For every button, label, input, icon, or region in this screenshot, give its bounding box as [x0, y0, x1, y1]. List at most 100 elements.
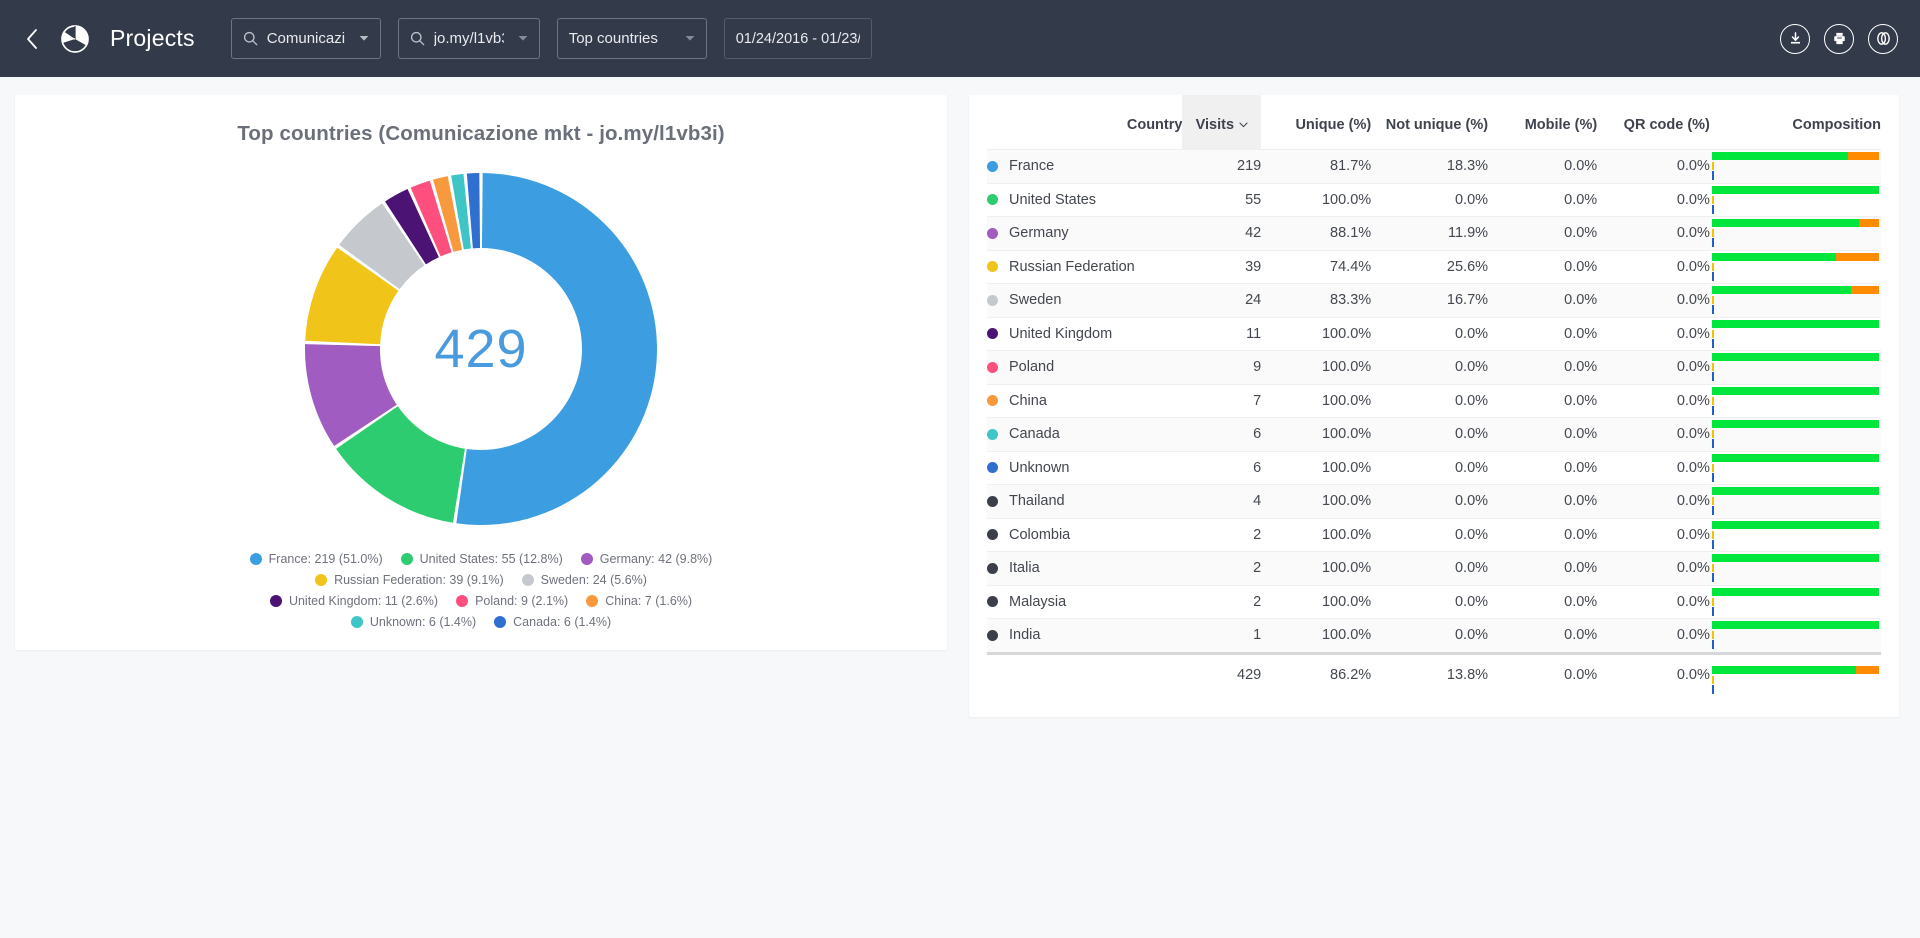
- col-header-unique[interactable]: Unique (%): [1261, 95, 1371, 150]
- table-row[interactable]: Thailand 4 100.0% 0.0% 0.0% 0.0%: [987, 484, 1881, 518]
- legend-item[interactable]: Sweden: 24 (5.6%): [521, 573, 647, 587]
- country-name: Unknown: [1009, 459, 1070, 476]
- composition-qr-tick: [1711, 238, 1714, 248]
- legend-item[interactable]: Poland: 9 (2.1%): [456, 594, 568, 608]
- cell-composition: [1710, 552, 1881, 586]
- country-color-dot: [987, 462, 998, 474]
- cell-visits: 6: [1253, 426, 1262, 443]
- report-select[interactable]: Top countries: [556, 18, 707, 59]
- cell-qr-code: 0.0%: [1676, 493, 1710, 510]
- composition-not-unique-segment: [1836, 252, 1879, 261]
- cell-not-unique: 0.0%: [1454, 526, 1489, 543]
- cell-country: India: [987, 619, 1182, 652]
- legend-item[interactable]: Germany: 42 (9.8%): [580, 552, 712, 566]
- country-color-dot: [987, 294, 998, 306]
- legend-item[interactable]: Canada: 6 (1.4%): [494, 615, 611, 629]
- table-row[interactable]: Russian Federation 39 74.4% 25.6% 0.0% 0.0%: [987, 250, 1881, 284]
- cell-composition: [1710, 384, 1881, 418]
- table-row[interactable]: Sweden 24 83.3% 16.7% 0.0% 0.0%: [987, 283, 1881, 317]
- composition-mobile-tick: [1711, 675, 1714, 684]
- cell-mobile: 0.0%: [1564, 526, 1598, 543]
- cell-not-unique: 0.0%: [1454, 493, 1489, 510]
- cell-visits: 219: [1237, 158, 1262, 175]
- download-button[interactable]: [1780, 23, 1810, 54]
- cell-totals-unique: 86.2%: [1330, 666, 1372, 683]
- cell-unique: 100.0%: [1321, 593, 1372, 610]
- chevron-down-icon: [504, 35, 528, 42]
- cell-not-unique: 11.9%: [1448, 225, 1489, 242]
- col-header-mobile[interactable]: Mobile (%): [1488, 95, 1598, 150]
- cell-visits: 2: [1253, 560, 1262, 577]
- cell-mobile: 0.0%: [1564, 158, 1598, 175]
- table-row[interactable]: Poland 9 100.0% 0.0% 0.0% 0.0%: [987, 350, 1881, 384]
- table-row[interactable]: Canada 6 100.0% 0.0% 0.0% 0.0%: [987, 417, 1881, 451]
- country-name: Germany: [1009, 225, 1069, 242]
- col-header-qr-code[interactable]: QR code (%): [1597, 95, 1710, 150]
- project-select[interactable]: Comunicazione...: [230, 18, 381, 59]
- composition-mobile-tick: [1711, 597, 1714, 606]
- cell-qr-code: 0.0%: [1676, 158, 1710, 175]
- legend-item[interactable]: Russian Federation: 39 (9.1%): [315, 573, 504, 587]
- composition-unique-segment: [1711, 353, 1879, 362]
- composition-mobile-tick: [1711, 262, 1714, 271]
- legend-item[interactable]: China: 7 (1.6%): [586, 594, 692, 608]
- chevron-left-icon: [25, 28, 39, 50]
- cell-unique: 81.7%: [1330, 158, 1372, 175]
- cell-visits: 6: [1253, 459, 1262, 476]
- page-title: Projects: [110, 25, 195, 51]
- legend-item[interactable]: France: 219 (51.0%): [249, 552, 383, 566]
- table-row[interactable]: Colombia 2 100.0% 0.0% 0.0% 0.0%: [987, 518, 1881, 552]
- col-header-visits[interactable]: Visits: [1182, 95, 1262, 150]
- composition-unique-segment: [1711, 152, 1849, 161]
- print-button[interactable]: [1824, 23, 1854, 54]
- cell-not-unique: 0.0%: [1454, 593, 1489, 610]
- brand-button[interactable]: [1868, 23, 1898, 54]
- country-name: China: [1009, 392, 1047, 409]
- cell-visits: 24: [1245, 292, 1262, 309]
- col-header-not-unique[interactable]: Not unique (%): [1371, 95, 1488, 150]
- composition-qr-tick: [1711, 606, 1714, 616]
- donut-chart[interactable]: 429: [292, 160, 670, 538]
- chevron-down-icon: [345, 35, 369, 42]
- cell-not-unique: 0.0%: [1454, 392, 1489, 409]
- composition-mobile-tick: [1711, 162, 1714, 171]
- composition-mobile-tick: [1711, 497, 1714, 506]
- table-row[interactable]: France 219 81.7% 18.3% 0.0% 0.0%: [987, 149, 1881, 183]
- link-select[interactable]: jo.my/l1vb3i: [397, 18, 540, 59]
- table-row[interactable]: China 7 100.0% 0.0% 0.0% 0.0%: [987, 384, 1881, 418]
- cell-country: Unknown: [987, 452, 1182, 485]
- table-row[interactable]: United States 55 100.0% 0.0% 0.0% 0.0%: [987, 183, 1881, 217]
- cell-unique: 100.0%: [1321, 493, 1372, 510]
- country-name: United States: [1009, 191, 1097, 208]
- table-row[interactable]: Germany 42 88.1% 11.9% 0.0% 0.0%: [987, 216, 1881, 250]
- cell-visits: 9: [1253, 359, 1262, 376]
- composition-unique-segment: [1711, 386, 1879, 395]
- cell-qr-code: 0.0%: [1676, 459, 1710, 476]
- cell-not-unique: 0.0%: [1454, 627, 1489, 644]
- table-row[interactable]: United Kingdom 11 100.0% 0.0% 0.0% 0.0%: [987, 317, 1881, 351]
- date-range-picker[interactable]: 01/24/2016 - 01/23/2019: [723, 18, 872, 59]
- cell-country: Poland: [987, 351, 1182, 384]
- back-button[interactable]: [14, 21, 50, 57]
- legend-color-swatch: [269, 595, 282, 607]
- cell-unique: 100.0%: [1321, 426, 1372, 443]
- legend-item[interactable]: United States: 55 (12.8%): [400, 552, 563, 566]
- table-row[interactable]: Unknown 6 100.0% 0.0% 0.0% 0.0%: [987, 451, 1881, 485]
- legend-item[interactable]: Unknown: 6 (1.4%): [350, 615, 476, 629]
- header-actions: [1780, 0, 1898, 77]
- composition-mobile-tick: [1711, 195, 1714, 204]
- cell-unique: 100.0%: [1321, 191, 1372, 208]
- country-name: France: [1009, 158, 1055, 175]
- legend-label: Sweden: 24 (5.6%): [540, 573, 647, 587]
- col-header-country[interactable]: Country: [987, 95, 1183, 150]
- legend-item[interactable]: United Kingdom: 11 (2.6%): [269, 594, 438, 608]
- country-name: India: [1009, 627, 1041, 644]
- table-row[interactable]: Malaysia 2 100.0% 0.0% 0.0% 0.0%: [987, 585, 1881, 619]
- table-row[interactable]: Italia 2 100.0% 0.0% 0.0% 0.0%: [987, 551, 1881, 586]
- cell-country: United Kingdom: [987, 318, 1182, 351]
- composition-qr-tick: [1711, 573, 1714, 583]
- cell-composition: [1710, 451, 1881, 485]
- table-row[interactable]: India 1 100.0% 0.0% 0.0% 0.0%: [987, 618, 1881, 653]
- cell-mobile: 0.0%: [1564, 325, 1598, 342]
- pie-chart-logo-icon[interactable]: [58, 22, 92, 56]
